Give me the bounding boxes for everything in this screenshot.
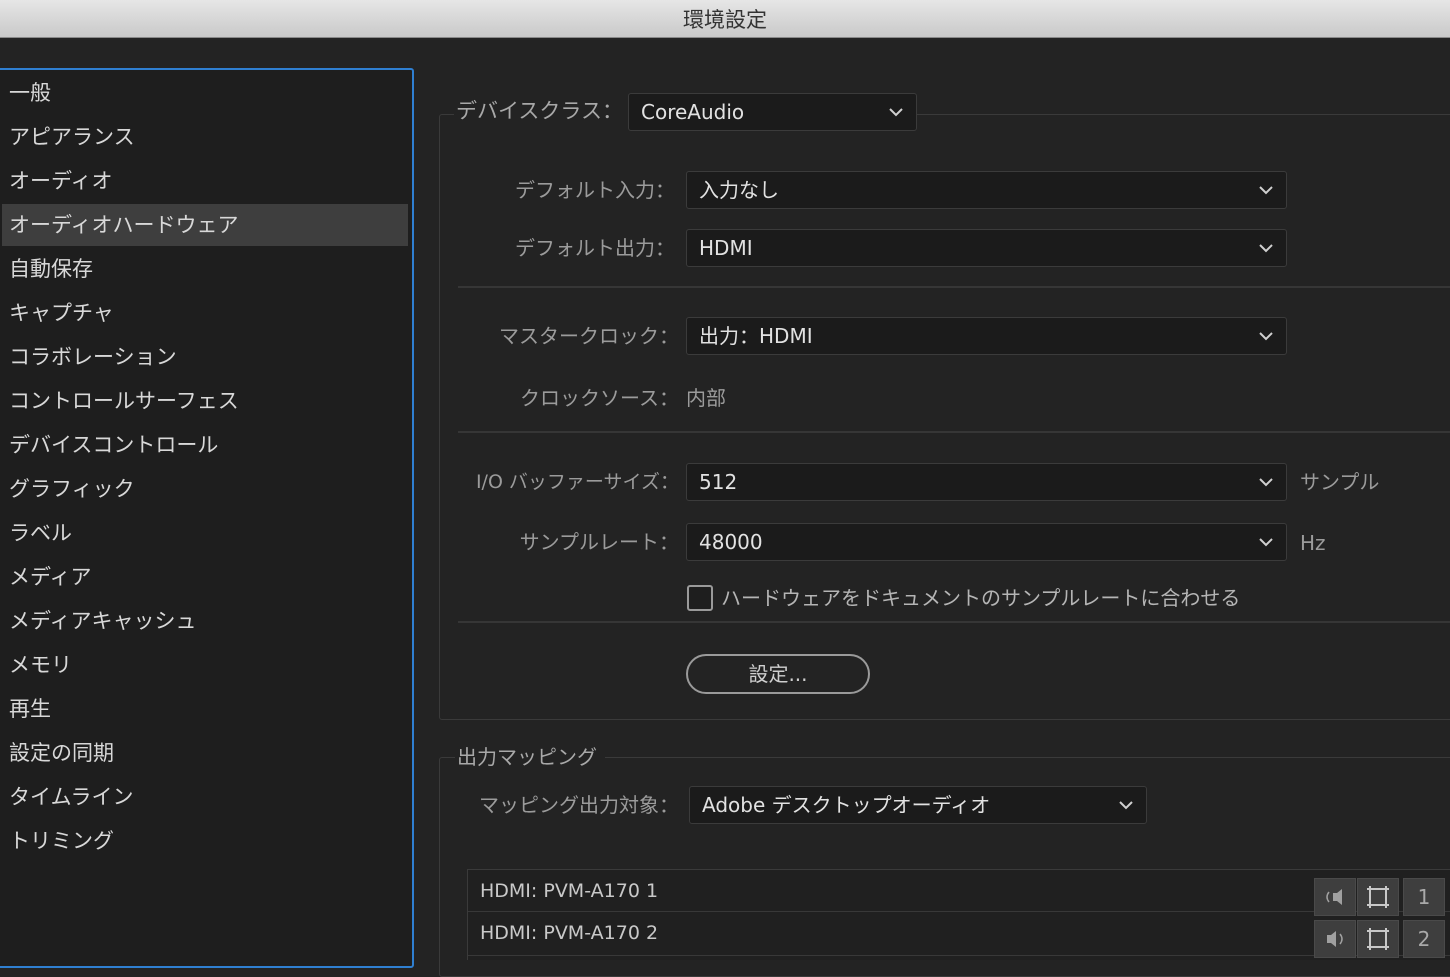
default-output-value: HDMI <box>699 236 753 260</box>
mapping-target-value: Adobe デスクトップオーディオ <box>702 793 991 817</box>
match-sample-rate-checkbox[interactable] <box>687 585 713 611</box>
divider <box>458 621 1450 623</box>
sample-rate-unit: Hz <box>1300 531 1326 555</box>
master-clock-label: マスタークロック： <box>499 324 679 348</box>
mapping-target-select[interactable]: Adobe デスクトップオーディオ <box>689 786 1147 824</box>
frame-icon[interactable] <box>1357 920 1399 958</box>
sidebar-item-memory[interactable]: メモリ <box>2 644 408 686</box>
sidebar-item-audio-hardware[interactable]: オーディオハードウェア <box>2 204 408 246</box>
divider <box>458 431 1450 433</box>
output-mapping-legend: 出力マッピング <box>455 742 605 772</box>
mapping-row[interactable]: HDMI: PVM-A170 2 2 <box>468 914 1450 958</box>
sidebar-item-capture[interactable]: キャプチャ <box>2 292 408 334</box>
match-sample-rate-label: ハードウェアをドキュメントのサンプルレートに合わせる <box>721 586 1241 610</box>
mapping-row[interactable]: HDMI: PVM-A170 1 1 <box>468 870 1450 916</box>
sidebar-item-control-surface[interactable]: コントロールサーフェス <box>2 380 408 422</box>
sidebar-item-timeline[interactable]: タイムライン <box>2 776 408 818</box>
chevron-down-icon <box>1119 801 1133 810</box>
mapping-row-name: HDMI: PVM-A170 1 <box>480 880 659 902</box>
buffer-unit: サンプル <box>1300 470 1380 494</box>
default-input-value: 入力なし <box>699 178 779 202</box>
default-output-select[interactable]: HDMI <box>686 229 1287 267</box>
channel-number: 2 <box>1403 920 1445 958</box>
sidebar-item-labels[interactable]: ラベル <box>2 512 408 554</box>
mapping-target-label: マッピング出力対象： <box>479 793 679 817</box>
chevron-down-icon <box>1259 332 1273 341</box>
output-mapping-list: HDMI: PVM-A170 1 1 HDMI: PVM-A170 2 2 <box>467 869 1450 960</box>
sample-rate-select[interactable]: 48000 <box>686 523 1287 561</box>
clock-source-label: クロックソース： <box>520 386 679 410</box>
chevron-down-icon <box>1259 478 1273 487</box>
frame-icon[interactable] <box>1357 878 1399 916</box>
sample-rate-value: 48000 <box>699 530 763 554</box>
speaker-left-icon[interactable] <box>1314 878 1356 916</box>
default-input-label: デフォルト入力： <box>515 178 675 202</box>
sidebar-item-media[interactable]: メディア <box>2 556 408 598</box>
clock-source-value: 内部 <box>686 386 726 410</box>
sidebar-item-appearance[interactable]: アピアランス <box>2 116 408 158</box>
chevron-down-icon <box>889 108 903 117</box>
window-titlebar: 環境設定 <box>0 0 1450 38</box>
sidebar-item-graphics[interactable]: グラフィック <box>2 468 408 510</box>
default-output-label: デフォルト出力： <box>515 236 675 260</box>
chevron-down-icon <box>1259 186 1273 195</box>
device-class-label: デバイスクラス： <box>454 96 631 126</box>
buffer-size-label: I/O バッファーサイズ： <box>475 471 679 493</box>
sidebar-item-collaboration[interactable]: コラボレーション <box>2 336 408 378</box>
sidebar-item-general[interactable]: 一般 <box>2 72 408 114</box>
master-clock-value: 出力：HDMI <box>699 324 813 348</box>
sidebar-item-audio[interactable]: オーディオ <box>2 160 408 202</box>
preferences-sidebar[interactable]: 一般 アピアランス オーディオ オーディオハードウェア 自動保存 キャプチャ コ… <box>0 68 414 968</box>
chevron-down-icon <box>1259 538 1273 547</box>
device-class-select[interactable]: CoreAudio <box>628 93 917 131</box>
default-input-select[interactable]: 入力なし <box>686 171 1287 209</box>
channel-number: 1 <box>1403 878 1445 916</box>
buffer-size-value: 512 <box>699 470 738 494</box>
divider <box>458 286 1450 288</box>
mapping-row-name: HDMI: PVM-A170 2 <box>480 922 659 944</box>
sidebar-item-sync-settings[interactable]: 設定の同期 <box>2 732 408 774</box>
sample-rate-label: サンプルレート： <box>519 530 679 554</box>
window-title: 環境設定 <box>683 7 767 32</box>
device-class-value: CoreAudio <box>641 100 745 124</box>
settings-button[interactable]: 設定... <box>686 654 870 694</box>
chevron-down-icon <box>1259 244 1273 253</box>
sidebar-item-media-cache[interactable]: メディアキャッシュ <box>2 600 408 642</box>
buffer-size-select[interactable]: 512 <box>686 463 1287 501</box>
sidebar-item-playback[interactable]: 再生 <box>2 688 408 730</box>
speaker-right-icon[interactable] <box>1314 920 1356 958</box>
master-clock-select[interactable]: 出力：HDMI <box>686 317 1287 355</box>
sidebar-item-trimming[interactable]: トリミング <box>2 820 408 862</box>
sidebar-item-device-control[interactable]: デバイスコントロール <box>2 424 408 466</box>
sidebar-item-auto-save[interactable]: 自動保存 <box>2 248 408 290</box>
